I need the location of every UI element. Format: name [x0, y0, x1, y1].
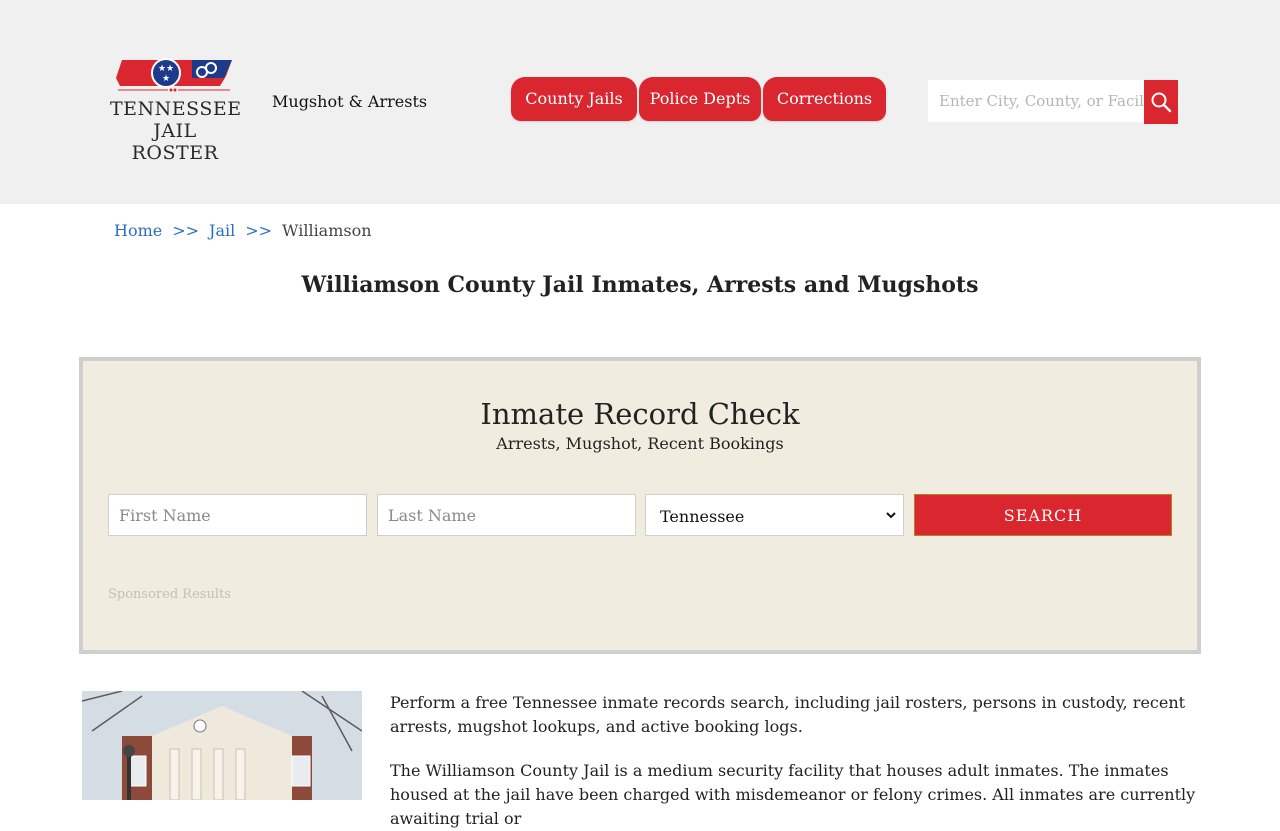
chevron-down-icon	[886, 512, 896, 519]
breadcrumb-home[interactable]: Home	[114, 221, 162, 240]
tennessee-flag-logo-icon: ★ ★ ★	[116, 58, 232, 92]
record-check-subtitle: Arrests, Mugshot, Recent Bookings	[496, 434, 784, 453]
page-title: Williamson County Jail Inmates, Arrests …	[301, 272, 979, 298]
site-logo[interactable]: ★ ★ ★ TENNESSEE JAIL ROSTER	[110, 56, 242, 164]
svg-text:★: ★	[162, 74, 170, 84]
site-tagline: Mugshot & Arrests	[272, 92, 428, 111]
breadcrumb: Home >> Jail >> Williamson	[114, 221, 372, 240]
svg-text:★: ★	[158, 64, 166, 74]
record-check-title: Inmate Record Check	[480, 397, 800, 431]
logo-text-line2: JAIL ROSTER	[131, 120, 219, 164]
site-search-button[interactable]	[1144, 80, 1178, 124]
last-name-input[interactable]	[377, 494, 636, 536]
breadcrumb-current: Williamson	[282, 221, 372, 240]
state-select[interactable]: Tennessee	[645, 494, 904, 536]
site-search-input[interactable]	[928, 80, 1144, 122]
facility-paragraph: The Williamson County Jail is a medium s…	[390, 761, 1196, 828]
nav-police-depts[interactable]: Police Depts	[639, 77, 761, 121]
jail-building-photo	[82, 691, 362, 800]
breadcrumb-jail[interactable]: Jail	[209, 221, 235, 240]
intro-paragraph: Perform a free Tennessee inmate records …	[390, 693, 1186, 736]
svg-text:★: ★	[166, 64, 174, 74]
first-name-input[interactable]	[108, 494, 367, 536]
sponsored-results-label: Sponsored Results	[108, 587, 231, 602]
logo-text-line1: TENNESSEE	[110, 98, 242, 120]
breadcrumb-separator: >>	[172, 221, 200, 240]
nav-corrections[interactable]: Corrections	[763, 77, 886, 121]
nav-county-jails[interactable]: County Jails	[511, 77, 637, 121]
site-header: ★ ★ ★ TENNESSEE JAIL ROSTER Mugshot & Ar…	[0, 0, 1280, 204]
search-icon	[1151, 92, 1172, 113]
state-select-value: Tennessee	[660, 507, 745, 526]
breadcrumb-separator: >>	[245, 221, 273, 240]
inmate-record-check-panel: Inmate Record Check Arrests, Mugshot, Re…	[79, 357, 1201, 654]
inmate-search-button[interactable]: SEARCH	[914, 494, 1172, 536]
